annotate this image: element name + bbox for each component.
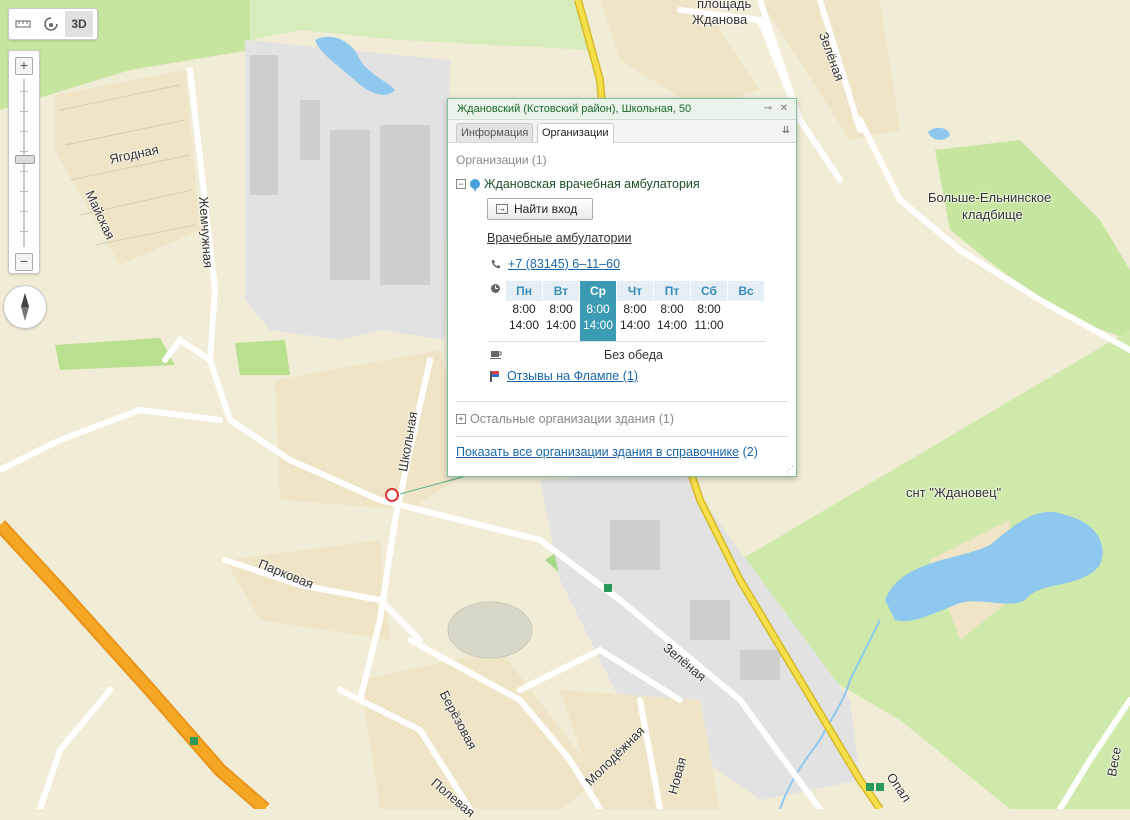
schedule-days: Пн 8:00 14:00 Вт 8:00 14:00 Ср 8:00 14:00 Чт 8:… [506, 281, 765, 341]
resize-grip-icon[interactable]: ⋰ [786, 466, 794, 474]
show-all-link[interactable]: Показать все организации здания в справо… [456, 445, 739, 459]
building [380, 125, 430, 285]
bus-stop-icon [876, 783, 884, 791]
orgs-heading: Организации (1) [456, 153, 547, 167]
reviews-link[interactable]: Отзывы на Флампе (1) [507, 369, 638, 383]
other-orgs-row[interactable]: + Остальные организации здания (1) [456, 412, 674, 426]
map-pin-icon [470, 179, 480, 192]
close-icon[interactable]: ✕ [778, 103, 790, 115]
lunch-text: Без обеда [604, 348, 663, 362]
bus-stop-icon [866, 783, 874, 791]
building [690, 600, 730, 640]
popup-title: Ждановский (Кстовский район), Школьная, … [457, 103, 692, 115]
zoom-in-button[interactable]: + [15, 57, 33, 75]
tab-organizations[interactable]: Организации [537, 123, 614, 143]
building [300, 100, 320, 160]
zoom-out-button[interactable]: − [15, 253, 33, 271]
reviews-row: Отзывы на Флампе (1) [490, 369, 638, 383]
phone-icon [491, 260, 500, 269]
building [740, 650, 780, 680]
schedule-day: Пн 8:00 14:00 [506, 281, 542, 341]
divider [456, 401, 788, 402]
tab-info[interactable]: Информация [456, 123, 534, 142]
popup-tabs: Информация Организации ⇊ [448, 120, 796, 143]
bus-stop-icon [190, 737, 198, 745]
label-cemetery: Больше-Ельнинское [928, 190, 1052, 205]
expand-toggle-icon[interactable]: + [456, 414, 466, 424]
schedule-day-today: Ср 8:00 14:00 [580, 281, 616, 341]
divider [488, 341, 766, 342]
flamp-icon [490, 370, 499, 382]
rotate-icon[interactable] [37, 11, 65, 37]
zoom-control: + − [8, 50, 40, 274]
divider [456, 436, 788, 437]
clock-icon [491, 284, 500, 293]
map-toolbar: 3D [8, 8, 98, 40]
schedule-day: Вс [728, 281, 764, 341]
phone-link[interactable]: +7 (83145) 6–11–60 [508, 257, 620, 271]
phone-row: +7 (83145) 6–11–60 [490, 257, 620, 271]
ruler-icon[interactable] [9, 11, 37, 37]
building-popup: Ждановский (Кстовский район), Школьная, … [447, 98, 797, 477]
cup-icon [490, 351, 502, 359]
building [610, 520, 660, 570]
popup-header: Ждановский (Кстовский район), Школьная, … [448, 99, 796, 120]
stadium [447, 601, 533, 659]
selected-building-marker [385, 488, 399, 502]
label-square: площадь [697, 0, 752, 11]
label-snt: снт "Ждановец" [906, 485, 1002, 500]
building [250, 55, 278, 195]
schedule-day: Вт 8:00 14:00 [543, 281, 579, 341]
show-all-count: (2) [742, 445, 758, 459]
show-all-row: Показать все организации здания в справо… [456, 445, 758, 459]
building [330, 130, 370, 280]
schedule-day: Чт 8:00 14:00 [617, 281, 653, 341]
other-orgs-label[interactable]: Остальные организации здания (1) [470, 412, 674, 426]
label-square-name: Жданова [692, 12, 748, 27]
3d-mode-button[interactable]: 3D [65, 11, 93, 37]
bus-stop-icon [604, 584, 612, 592]
zoom-slider-handle[interactable] [15, 155, 35, 164]
schedule-day: Сб 8:00 11:00 [691, 281, 727, 341]
find-entrance-label: Найти вход [514, 202, 578, 216]
label-cemetery-2: кладбище [962, 207, 1023, 222]
org-name[interactable]: Ждановская врачебная амбулатория [484, 177, 700, 191]
entrance-icon: → [496, 204, 508, 214]
schedule-day: Пт 8:00 14:00 [654, 281, 690, 341]
find-entrance-button[interactable]: → Найти вход [487, 198, 593, 220]
collapse-toggle-icon[interactable]: − [456, 179, 466, 189]
pin-icon[interactable]: ⊸ [762, 103, 774, 115]
compass-icon[interactable] [3, 285, 47, 329]
green-patch-mid [235, 340, 290, 375]
collapse-icon[interactable]: ⇊ [782, 125, 790, 136]
org-entry: − Ждановская врачебная амбулатория [456, 177, 700, 192]
rubric-link[interactable]: Врачебные амбулатории [487, 231, 631, 245]
